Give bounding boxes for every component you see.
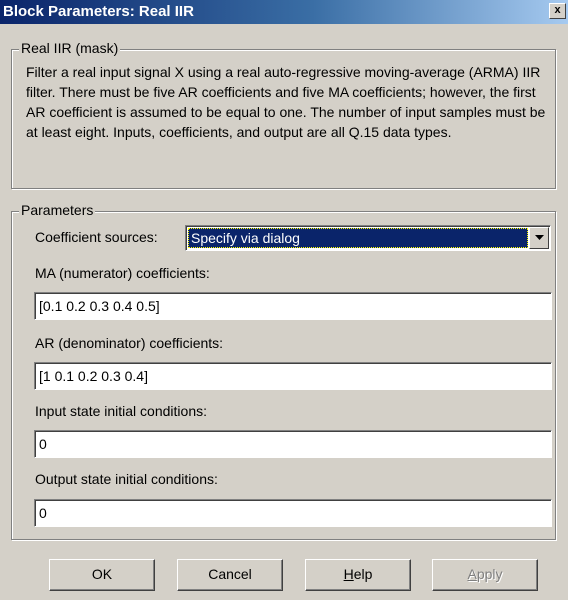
output-state-field[interactable]: 0 — [34, 499, 552, 527]
coefficient-sources-value: Specify via dialog — [188, 228, 528, 248]
title-bar: Block Parameters: Real IIR x — [0, 0, 568, 24]
parameters-group-legend: Parameters — [19, 202, 96, 218]
mask-group-legend: Real IIR (mask) — [19, 40, 121, 56]
apply-button[interactable]: Apply — [432, 559, 538, 591]
input-state-label: Input state initial conditions: — [35, 403, 207, 419]
close-button[interactable]: x — [549, 3, 566, 19]
close-icon: x — [554, 4, 561, 16]
ma-coefficients-label: MA (numerator) coefficients: — [35, 265, 210, 281]
cancel-button[interactable]: Cancel — [177, 559, 283, 591]
input-state-field[interactable]: 0 — [34, 430, 552, 458]
help-label-rest: elp — [353, 566, 373, 582]
coefficient-sources-label: Coefficient sources: — [35, 229, 158, 245]
help-button[interactable]: Help — [305, 559, 411, 591]
ar-coefficients-label: AR (denominator) coefficients: — [35, 335, 224, 351]
ar-coefficients-field[interactable]: [1 0.1 0.2 0.3 0.4] — [34, 362, 552, 390]
chevron-down-icon — [535, 235, 544, 240]
mask-description-text: Filter a real input signal X using a rea… — [26, 64, 546, 140]
dropdown-button[interactable] — [529, 227, 549, 249]
ok-button[interactable]: OK — [49, 559, 155, 591]
ma-coefficients-field[interactable]: [0.1 0.2 0.3 0.4 0.5] — [34, 292, 552, 320]
window-title: Block Parameters: Real IIR — [3, 3, 194, 20]
apply-label-rest: pply — [476, 566, 503, 582]
help-mnemonic: H — [343, 566, 354, 582]
coefficient-sources-dropdown[interactable]: Specify via dialog — [185, 225, 551, 251]
output-state-label: Output state initial conditions: — [35, 471, 218, 487]
apply-mnemonic: A — [467, 566, 477, 582]
